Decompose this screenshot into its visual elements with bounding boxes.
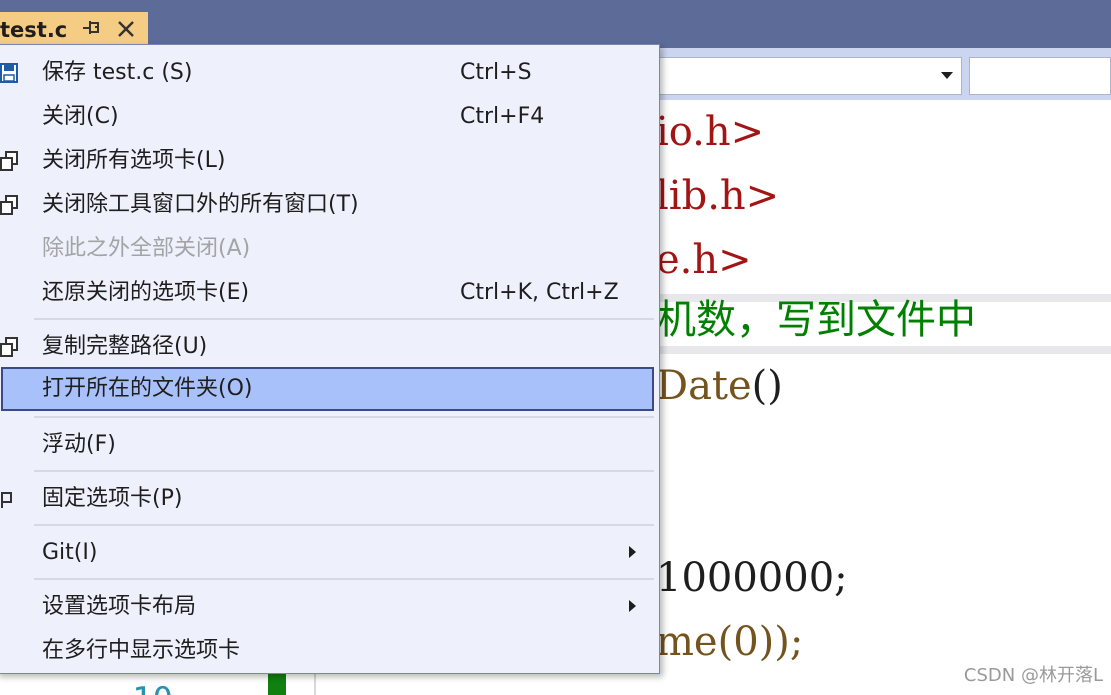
chevron-right-icon [629,600,636,612]
menu-item-label: 关闭(C) [42,104,119,129]
saved-change-marker [268,672,286,695]
menu-item-copy-full-path[interactable]: 复制完整路径(U) [0,325,657,369]
menu-item-label: 复制完整路径(U) [42,334,208,359]
menu-separator [34,416,654,418]
code-include-stdlib: lib.h> [656,173,780,219]
menu-item-close-all-tabs[interactable]: 关闭所有选项卡(L) [0,139,657,183]
menu-item-label: 打开所在的文件夹(O) [42,376,253,401]
save-icon [0,63,18,83]
menu-item-multi-row-tabs[interactable]: 在多行中显示选项卡 [0,629,657,673]
menu-item-float[interactable]: 浮动(F) [0,423,657,467]
pin-tab-icon [1,492,12,508]
menu-item-label: Git(I) [42,540,98,565]
function-parens: () [751,363,783,409]
menu-separator [34,578,654,580]
menu-item-close-all-but-tool-windows[interactable]: 关闭除工具窗口外的所有窗口(T) [0,183,657,227]
tab-context-menu: 保存 test.c (S) Ctrl+S 关闭(C) Ctrl+F4 关闭所有选… [0,44,660,674]
menu-separator [34,524,654,526]
menu-item-label: 在多行中显示选项卡 [42,638,241,663]
menu-item-label: 还原关闭的选项卡(E) [42,280,250,305]
code-include-stdio: io.h> [656,109,765,155]
menu-item-label: 设置选项卡布局 [42,594,197,619]
chevron-right-icon [629,546,636,558]
menu-item-save[interactable]: 保存 test.c (S) Ctrl+S [0,51,657,95]
code-function-line: Date() [656,362,783,410]
menu-item-reopen-closed-tab[interactable]: 还原关闭的选项卡(E) Ctrl+K, Ctrl+Z [0,271,657,315]
menu-separator [34,470,654,472]
menu-item-label: 除此之外全部关闭(A) [42,236,251,261]
close-windows-icon [0,195,18,215]
menu-item-open-containing-folder[interactable]: 打开所在的文件夹(O) [1,367,654,411]
menu-item-git[interactable]: Git(I) [0,531,657,575]
document-tab-test-c[interactable]: test.c [0,12,148,48]
menu-item-close[interactable]: 关闭(C) Ctrl+F4 [0,95,657,139]
menu-item-shortcut: Ctrl+S [460,60,532,85]
menu-item-shortcut: Ctrl+F4 [460,104,545,129]
menu-item-shortcut: Ctrl+K, Ctrl+Z [460,280,619,305]
close-icon[interactable] [115,18,137,40]
menu-item-label: 关闭除工具窗口外的所有窗口(T) [42,192,359,217]
menu-item-label: 保存 test.c (S) [42,60,193,85]
watermark: CSDN @林开落L [963,665,1103,686]
code-include-time: e.h> [656,237,752,283]
code-comment: 机数，写到文件中 [656,297,976,343]
code-value-line: 1000000; [656,555,848,601]
menu-item-tab-layout[interactable]: 设置选项卡布局 [0,585,657,629]
menu-item-close-all-but-this: 除此之外全部关闭(A) [0,227,657,271]
scope-dropdown[interactable] [969,57,1111,95]
copy-path-icon [0,337,18,357]
code-time-line: me(0)); [656,619,804,665]
menu-item-pin-tab[interactable]: 固定选项卡(P) [0,477,657,521]
menu-separator [34,318,654,320]
close-all-tabs-icon [0,151,18,171]
menu-item-label: 浮动(F) [42,432,116,457]
line-number: 10 [132,680,173,695]
chevron-down-icon [941,72,953,79]
pin-icon[interactable] [80,18,102,40]
menu-item-label: 关闭所有选项卡(L) [42,148,226,173]
document-tab-strip: test.c [0,0,1111,48]
menu-item-label: 固定选项卡(P) [42,486,183,511]
function-name: Date [656,363,752,409]
tab-title: test.c [0,18,68,42]
